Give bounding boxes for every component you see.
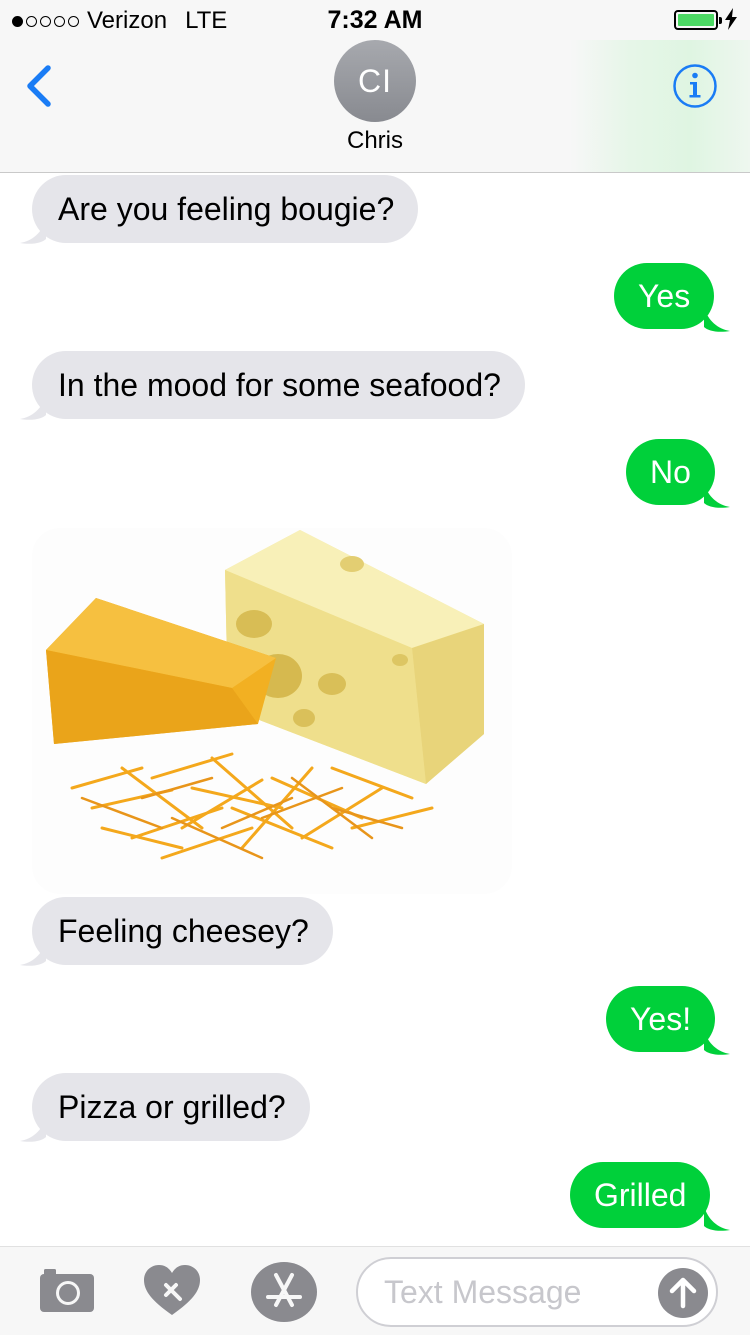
message-outgoing[interactable]: No <box>626 439 715 505</box>
message-incoming[interactable]: Feeling cheesey? <box>32 897 333 965</box>
contact-avatar[interactable]: CI <box>334 40 416 122</box>
message-text-field[interactable]: Text Message <box>356 1257 718 1327</box>
message-incoming[interactable]: Pizza or grilled? <box>32 1073 310 1141</box>
heart-icon[interactable] <box>142 1263 202 1319</box>
message-input-bar: Text Message <box>0 1246 750 1335</box>
app-store-icon[interactable] <box>250 1261 318 1323</box>
message-incoming[interactable]: Are you feeling bougie? <box>32 175 419 243</box>
charging-bolt-icon <box>725 8 737 30</box>
message-outgoing[interactable]: Yes <box>614 263 715 329</box>
status-bar: Verizon LTE 7:32 AM <box>0 0 750 40</box>
message-outgoing[interactable]: Grilled <box>570 1162 711 1228</box>
battery-icon <box>674 10 722 30</box>
cheese-image <box>32 528 512 894</box>
cheese-photo[interactable] <box>32 528 512 894</box>
avatar-initials: CI <box>358 62 392 99</box>
chevron-left-icon[interactable] <box>22 64 58 108</box>
message-incoming[interactable]: In the mood for some seafood? <box>32 351 525 419</box>
message-outgoing[interactable]: Yes! <box>606 986 716 1052</box>
send-button[interactable] <box>658 1268 708 1318</box>
battery-tip <box>719 17 722 24</box>
contact-name[interactable]: Chris <box>0 127 750 155</box>
arrow-up-icon <box>669 1277 697 1309</box>
text-field-placeholder: Text Message <box>384 1274 582 1310</box>
camera-icon[interactable] <box>38 1266 96 1314</box>
info-icon[interactable] <box>672 63 718 109</box>
bubble-tail <box>704 1206 730 1231</box>
conversation-header: CI Chris <box>0 40 750 173</box>
battery-level <box>678 14 714 26</box>
status-time: 7:32 AM <box>327 6 423 34</box>
